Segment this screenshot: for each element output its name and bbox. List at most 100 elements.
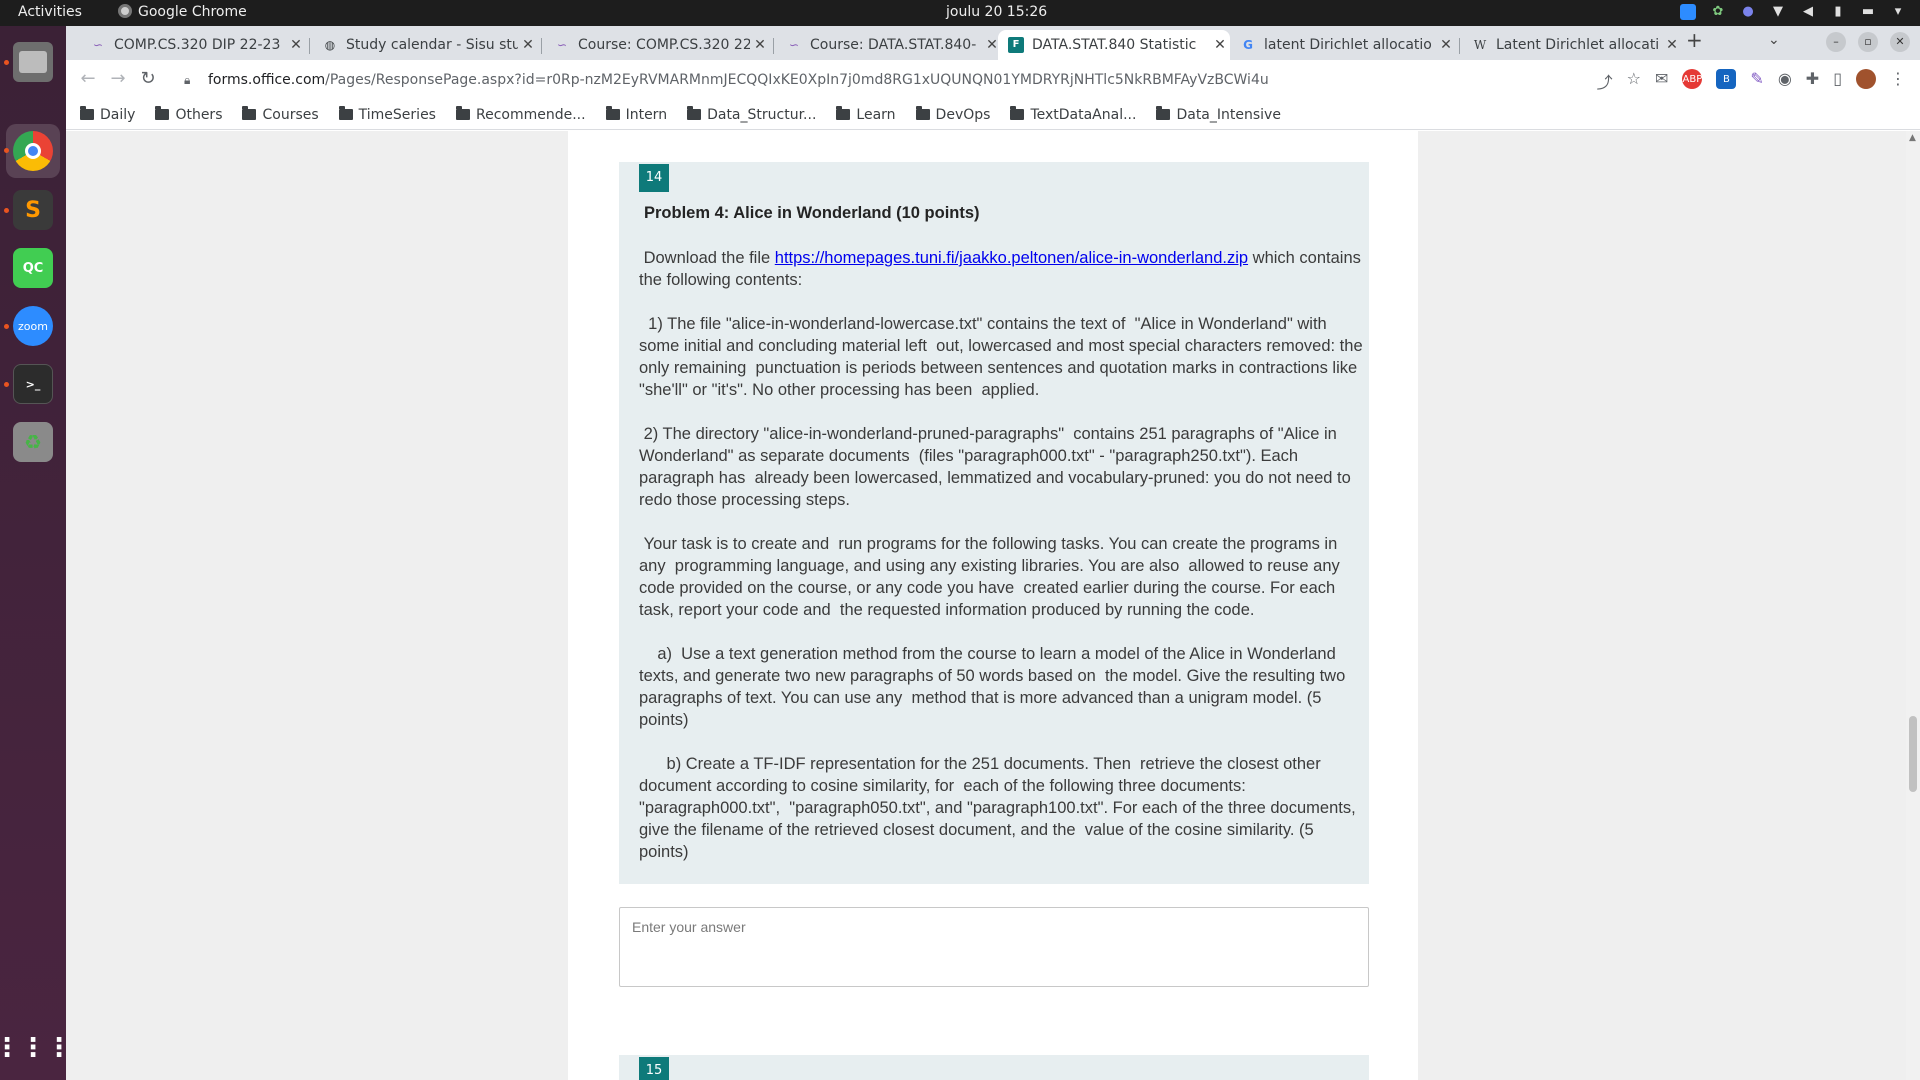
tab-strip: ∽ COMP.CS.320 DIP 22-23 ✕ ◍ Study calend… (66, 26, 1920, 60)
bookmark-folder-timeseries[interactable]: TimeSeries (338, 106, 436, 123)
maximize-button[interactable]: ▫ (1858, 32, 1878, 52)
tab-study-calendar[interactable]: ◍ Study calendar - Sisu stu ✕ (312, 30, 538, 60)
sisu-icon: ∽ (92, 38, 104, 52)
extensions-icon[interactable]: ✚ (1806, 69, 1819, 93)
tab-comp-cs-320-sisu[interactable]: ∽ COMP.CS.320 DIP 22-23 ✕ (80, 30, 306, 60)
google-icon: G (1243, 38, 1253, 52)
chrome-menu-icon[interactable]: ⋮ (1890, 69, 1906, 93)
tab-title: Study calendar - Sisu stu (346, 37, 518, 53)
close-tab-icon[interactable]: ✕ (518, 37, 538, 53)
forward-button[interactable]: → (106, 68, 130, 89)
page-scrollbar[interactable]: ▲ (1906, 131, 1920, 1080)
bookmark-folder-learn[interactable]: Learn (836, 106, 896, 123)
bookmark-folder-devops[interactable]: DevOps (915, 106, 990, 123)
bookmark-folder-recommende[interactable]: Recommende... (455, 106, 586, 123)
activities-button[interactable]: Activities (18, 4, 82, 20)
globe-icon: ◍ (324, 38, 336, 52)
lock-icon[interactable]: 🔒︎ (184, 73, 198, 88)
pycharm-tray-icon[interactable]: ✿ (1710, 4, 1726, 20)
microphone-icon[interactable]: ▮ (1830, 4, 1846, 20)
teams-tray-icon[interactable]: ● (1740, 4, 1756, 20)
question-number-badge: 15 (639, 1057, 669, 1080)
sublime-text-icon[interactable]: S (13, 190, 53, 230)
minimize-button[interactable]: – (1826, 32, 1846, 52)
scrollbar-thumb[interactable] (1909, 716, 1917, 792)
tab-course-comp-cs-320[interactable]: ∽ Course: COMP.CS.320 22 ✕ (544, 30, 770, 60)
folder-icon (155, 106, 170, 120)
terminal-icon[interactable]: >_ (13, 364, 53, 404)
bookmark-folder-data-intensive[interactable]: Data_Intensive (1156, 106, 1281, 123)
bookmark-folder-textdataanal[interactable]: TextDataAnal... (1010, 106, 1137, 123)
clock[interactable]: joulu 20 15:26 (946, 4, 1047, 20)
gmail-extension-icon[interactable]: ✉ (1655, 69, 1668, 93)
next-question-block: 15 (619, 1055, 1369, 1080)
bookmark-folder-intern[interactable]: Intern (605, 106, 667, 123)
battery-icon[interactable]: ▬ (1860, 4, 1876, 20)
address-bar[interactable]: 🔒︎ forms.office.com/Pages/ResponsePage.a… (176, 65, 1596, 95)
profile-avatar[interactable] (1856, 69, 1876, 89)
volume-icon[interactable]: ◀ (1800, 4, 1816, 20)
answer-textarea[interactable]: Enter your answer (619, 907, 1369, 987)
tab-lda-google[interactable]: G latent Dirichlet allocatio ✕ (1230, 30, 1456, 60)
qtcreator-icon[interactable]: QC (13, 248, 53, 288)
question-paragraph-1: 1) The file "alice-in-wonderland-lowerca… (639, 315, 1368, 399)
question-task-a: a) Use a text generation method from the… (639, 645, 1350, 729)
bookmark-folder-data-structures[interactable]: Data_Structur... (687, 106, 816, 123)
bookmark-label: Daily (100, 106, 136, 123)
tab-title: Course: DATA.STAT.840- (810, 37, 977, 53)
power-menu-icon[interactable]: ▾ (1890, 4, 1906, 20)
close-tab-icon[interactable]: ✕ (1436, 37, 1456, 53)
folder-icon (836, 106, 851, 120)
folder-icon (915, 106, 930, 120)
running-indicator (4, 208, 9, 213)
zoom-tray-icon[interactable] (1680, 4, 1696, 20)
folder-icon (80, 106, 94, 120)
tab-title: Course: COMP.CS.320 22 (578, 37, 750, 53)
tab-course-data-stat-840[interactable]: ∽ Course: DATA.STAT.840- ✕ (776, 30, 1002, 60)
back-button[interactable]: ← (76, 68, 100, 89)
side-panel-icon[interactable]: ▯ (1833, 69, 1842, 93)
chrome-app-icon[interactable] (13, 131, 53, 171)
tab-data-stat-840-form[interactable]: F DATA.STAT.840 Statistic ✕ (998, 30, 1230, 60)
pen-extension-icon[interactable]: ✎ (1750, 69, 1763, 93)
intro-text: Download the file (639, 249, 775, 267)
download-link[interactable]: https://homepages.tuni.fi/jaakko.peltone… (775, 249, 1248, 267)
bookmark-label: TextDataAnal... (1030, 106, 1137, 123)
folder-icon (605, 106, 620, 120)
show-apps-icon[interactable]: ⋮⋮⋮ (0, 1028, 72, 1068)
tab-title: Latent Dirichlet allocati (1496, 37, 1660, 53)
circle-extension-icon[interactable]: ◉ (1778, 69, 1792, 93)
tab-lda-wikipedia[interactable]: W Latent Dirichlet allocati ✕ (1462, 30, 1682, 60)
bookmark-folder-others[interactable]: Others (155, 106, 222, 123)
moodle-icon: ∽ (788, 38, 800, 52)
share-icon[interactable]: ⤴ (1597, 69, 1613, 93)
tab-search-icon[interactable]: ⌄ (1768, 32, 1780, 48)
app-menu[interactable]: Google Chrome (118, 4, 247, 20)
scroll-up-arrow-icon[interactable]: ▲ (1909, 133, 1916, 143)
question-title: Problem 4: Alice in Wonderland (10 point… (644, 204, 980, 222)
forms-icon: F (1008, 37, 1024, 53)
bookmark-folder-courses[interactable]: Courses (242, 106, 319, 123)
close-tab-icon[interactable]: ✕ (1210, 37, 1230, 53)
folder-icon (1010, 106, 1025, 120)
app-name-label: Google Chrome (138, 4, 247, 20)
question-block: 14 Problem 4: Alice in Wonderland (10 po… (619, 162, 1369, 884)
wifi-icon[interactable]: ▼ (1770, 4, 1786, 20)
close-tab-icon[interactable]: ✕ (286, 37, 306, 53)
running-indicator (4, 382, 9, 387)
trash-icon[interactable]: ♻ (13, 422, 53, 462)
reload-button[interactable]: ↻ (136, 68, 160, 89)
system-tray[interactable]: ✿ ● ▼ ◀ ▮ ▬ ▾ (1680, 4, 1906, 20)
bookmark-star-icon[interactable]: ☆ (1627, 69, 1641, 93)
close-tab-icon[interactable]: ✕ (1662, 37, 1682, 53)
zoom-app-icon[interactable]: zoom (13, 306, 53, 346)
close-window-button[interactable]: ✕ (1890, 32, 1910, 52)
adblock-icon[interactable]: ABP (1682, 69, 1703, 89)
files-app-icon[interactable] (13, 42, 53, 82)
bookmark-folder-daily[interactable]: Daily (80, 106, 136, 123)
new-tab-button[interactable]: + (1686, 28, 1703, 52)
window-controls: – ▫ ✕ (1826, 32, 1910, 52)
teams-extension-icon[interactable]: B (1716, 69, 1737, 89)
system-top-bar: Activities Google Chrome joulu 20 15:26 … (0, 0, 1920, 26)
close-tab-icon[interactable]: ✕ (750, 37, 770, 53)
